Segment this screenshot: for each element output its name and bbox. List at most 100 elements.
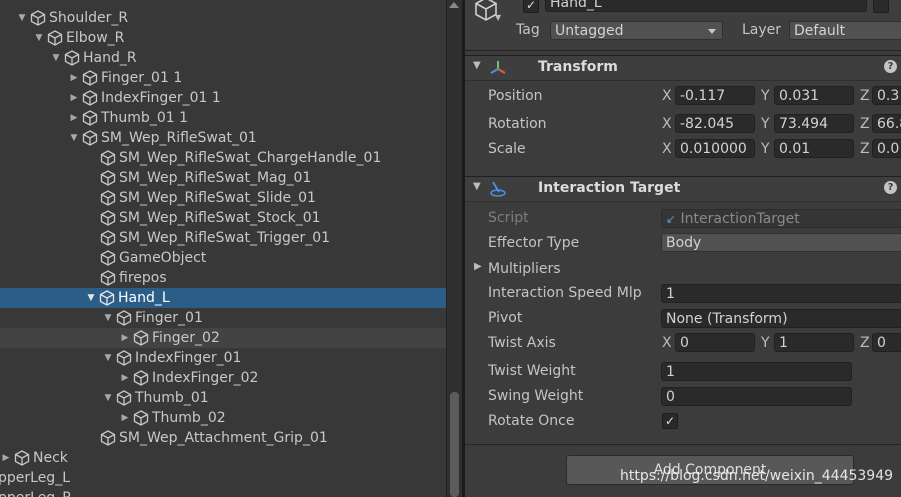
interaction-speed-field[interactable]: 1 [661, 284, 901, 303]
dropdown-arrow-icon [708, 29, 716, 34]
script-value: InteractionTarget [680, 211, 800, 227]
tree-row-firepos[interactable]: firepos [0, 268, 446, 288]
tree-row-label: firepos [119, 270, 167, 286]
help-icon[interactable]: ? [884, 60, 897, 73]
collapse-arrow-icon[interactable]: ▶ [0, 448, 12, 468]
tree-row-hand-r[interactable]: ▼ Hand_R [0, 48, 446, 68]
rotate-once-label[interactable]: Rotate Once [488, 413, 575, 429]
multipliers-fold-arrow-icon[interactable]: ▶ [474, 261, 482, 272]
effector-type-label[interactable]: Effector Type [488, 235, 579, 251]
rotation-x-field[interactable]: -82.045 [675, 114, 755, 133]
tree-row-gameobject[interactable]: GameObject [0, 248, 446, 268]
tree-row-mag[interactable]: SM_Wep_RifleSwat_Mag_01 [0, 168, 446, 188]
collapse-arrow-icon[interactable]: ▶ [119, 368, 131, 388]
scale-z-field[interactable]: 0.0 [872, 139, 901, 158]
tree-row-finger-02[interactable]: ▶ Finger_02 [0, 328, 446, 348]
position-y-field[interactable]: 0.031 [774, 86, 854, 105]
collapse-arrow-icon[interactable]: ▶ [68, 88, 80, 108]
collapse-arrow-icon[interactable]: ▶ [68, 68, 80, 88]
tree-row-finger-01-1[interactable]: ▶ Finger_01 1 [0, 68, 446, 88]
tree-row-chargehandle[interactable]: SM_Wep_RifleSwat_ChargeHandle_01 [0, 148, 446, 168]
expand-arrow-icon[interactable]: ▼ [85, 288, 97, 308]
tree-row-elbow-r[interactable]: ▼ Elbow_R [0, 28, 446, 48]
tree-row-upperleg-r[interactable]: pperLeg_R [0, 488, 446, 497]
tree-row-indexfinger-01-1[interactable]: ▶ IndexFinger_01 1 [0, 88, 446, 108]
tree-row-thumb-01-1[interactable]: ▶ Thumb_01 1 [0, 108, 446, 128]
expand-arrow-icon[interactable]: ▼ [16, 8, 28, 28]
tree-row-indexfinger-02[interactable]: ▶ IndexFinger_02 [0, 368, 446, 388]
twist-weight-label[interactable]: Twist Weight [488, 363, 576, 379]
twist-axis-z-field[interactable]: 0 [872, 333, 901, 352]
tree-row-label: SM_Wep_RifleSwat_Mag_01 [119, 170, 312, 186]
tree-row-thumb-02[interactable]: ▶ Thumb_02 [0, 408, 446, 428]
tree-row-sm-wep-rifleswat-01[interactable]: ▼ SM_Wep_RifleSwat_01 [0, 128, 446, 148]
twist-weight-value: 1 [666, 364, 675, 380]
swing-weight-field[interactable]: 0 [661, 387, 852, 406]
position-x-value: -0.117 [680, 88, 726, 104]
active-toggle-checkbox[interactable]: ✓ [523, 0, 539, 13]
position-label[interactable]: Position [488, 88, 543, 104]
expand-arrow-icon[interactable]: ▼ [102, 308, 114, 328]
tree-row-trigger[interactable]: SM_Wep_RifleSwat_Trigger_01 [0, 228, 446, 248]
expand-arrow-icon[interactable]: ▼ [50, 48, 62, 68]
gameobject-cube-icon [100, 230, 116, 246]
tree-row-neck[interactable]: ▶ Neck [0, 448, 446, 468]
scale-label[interactable]: Scale [488, 141, 526, 157]
rotation-y-field[interactable]: 73.494 [774, 114, 854, 133]
interaction-target-header[interactable]: ▼ Interaction Target ? [465, 176, 901, 202]
tree-row-slide[interactable]: SM_Wep_RifleSwat_Slide_01 [0, 188, 446, 208]
tree-row-label: Elbow_R [66, 30, 125, 46]
effector-type-value: Body [666, 235, 702, 251]
transform-header[interactable]: ▼ Transform ? [465, 55, 901, 81]
scale-y-value: 0.01 [779, 141, 811, 157]
tree-row-finger-01[interactable]: ▼ Finger_01 [0, 308, 446, 328]
axis-z-label: Z [860, 141, 870, 157]
expand-arrow-icon[interactable]: ▼ [102, 348, 114, 368]
tree-row-hand-l[interactable]: ▼ Hand_L [0, 288, 446, 308]
collapse-arrow-icon[interactable]: ▶ [119, 408, 131, 428]
layer-dropdown[interactable]: Default [789, 21, 901, 40]
effector-type-dropdown[interactable]: Body [661, 233, 901, 252]
tree-row-shoulder-r[interactable]: ▼ Shoulder_R [0, 8, 446, 28]
hierarchy-scroll-thumb[interactable] [450, 392, 459, 497]
tree-row-attachment-grip[interactable]: SM_Wep_Attachment_Grip_01 [0, 428, 446, 448]
tree-row-thumb-01[interactable]: ▼ Thumb_01 [0, 388, 446, 408]
tree-row-label: Finger_01 [135, 310, 203, 326]
tag-dropdown[interactable]: Untagged [550, 21, 723, 40]
position-x-field[interactable]: -0.117 [675, 86, 755, 105]
icon-dropdown-arrow-icon[interactable]: ▼ [495, 13, 501, 22]
scale-x-field[interactable]: 0.010000 [675, 139, 755, 158]
fold-arrow-icon[interactable]: ▼ [473, 60, 481, 71]
twist-weight-field[interactable]: 1 [661, 362, 852, 381]
fold-arrow-icon[interactable]: ▼ [473, 181, 481, 192]
swing-weight-label[interactable]: Swing Weight [488, 388, 583, 404]
twist-axis-x-value: 0 [680, 335, 689, 351]
twist-axis-y-field[interactable]: 1 [774, 333, 854, 352]
interaction-speed-label[interactable]: Interaction Speed Mlp [488, 285, 642, 301]
position-z-field[interactable]: 0.3 [872, 86, 901, 105]
expand-arrow-icon[interactable]: ▼ [68, 128, 80, 148]
scroll-up-arrow-icon[interactable] [449, 2, 459, 8]
pivot-field[interactable]: None (Transform) [661, 309, 901, 328]
multipliers-label[interactable]: Multipliers [488, 261, 561, 277]
scale-y-field[interactable]: 0.01 [774, 139, 854, 158]
gameobject-cube-icon [82, 90, 98, 106]
script-label: Script [488, 210, 529, 226]
rotate-once-checkbox[interactable]: ✓ [662, 413, 678, 429]
rotation-z-field[interactable]: 66.8 [872, 114, 901, 133]
pivot-label[interactable]: Pivot [488, 310, 522, 326]
collapse-arrow-icon[interactable]: ▶ [119, 328, 131, 348]
tree-row-upperleg-l[interactable]: pperLeg_L [0, 468, 446, 488]
expand-arrow-icon[interactable]: ▼ [33, 28, 45, 48]
tree-row-indexfinger-01[interactable]: ▼ IndexFinger_01 [0, 348, 446, 368]
gameobject-cube-icon [82, 110, 98, 126]
static-toggle-checkbox[interactable] [873, 0, 889, 13]
tree-row-stock[interactable]: SM_Wep_RifleSwat_Stock_01 [0, 208, 446, 228]
rotation-label[interactable]: Rotation [488, 116, 547, 132]
expand-arrow-icon[interactable]: ▼ [102, 388, 114, 408]
twist-axis-label[interactable]: Twist Axis [488, 335, 556, 351]
object-name-field[interactable]: Hand_L [545, 0, 867, 12]
twist-axis-x-field[interactable]: 0 [675, 333, 755, 352]
collapse-arrow-icon[interactable]: ▶ [68, 108, 80, 128]
help-icon[interactable]: ? [884, 181, 897, 194]
